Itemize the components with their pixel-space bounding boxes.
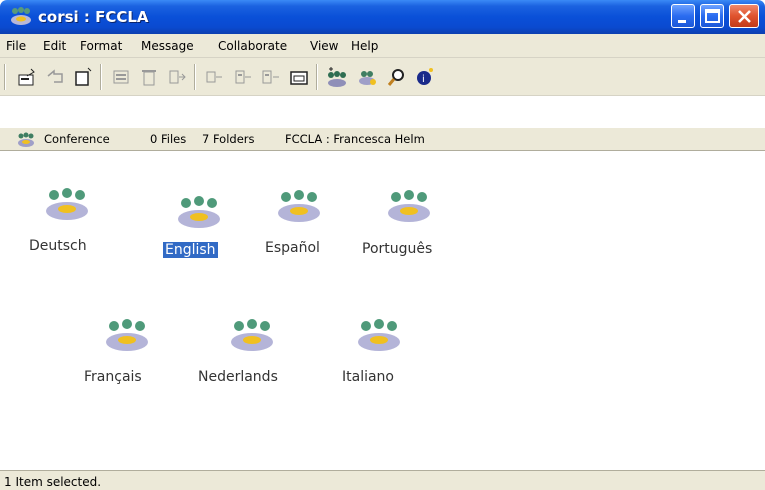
menu-format[interactable]: Format (80, 39, 122, 53)
delete-icon[interactable] (138, 66, 160, 88)
folder-label: Deutsch (29, 238, 87, 254)
toolbar-separator (194, 64, 196, 90)
new-document-icon[interactable] (72, 66, 94, 88)
conference-icon (11, 7, 31, 25)
menu-collaborate[interactable]: Collaborate (218, 39, 287, 53)
maximize-button[interactable] (700, 4, 724, 28)
menu-message[interactable]: Message (141, 39, 194, 53)
conference-folder-icon (278, 190, 320, 222)
open-folder-icon[interactable] (288, 66, 310, 88)
info-type: Conference (44, 132, 110, 146)
conference-folder-icon (388, 190, 430, 222)
search-icon[interactable] (386, 66, 408, 88)
minimize-button[interactable] (671, 4, 695, 28)
toolbar-separator (100, 64, 102, 90)
svg-text:i: i (422, 74, 425, 85)
reply-icon[interactable] (44, 66, 66, 88)
title-bar[interactable]: corsi : FCCLA (0, 0, 765, 34)
next-icon[interactable] (232, 66, 254, 88)
menu-view[interactable]: View (310, 39, 338, 53)
maximize-icon (705, 9, 720, 23)
close-button[interactable] (729, 4, 759, 28)
folder-label: Español (265, 240, 320, 256)
conference-folder-icon (358, 319, 400, 351)
previous-icon[interactable] (204, 66, 226, 88)
minimize-icon (678, 20, 686, 23)
info-files: 0 Files (150, 132, 187, 146)
new-message-icon[interactable] (16, 66, 38, 88)
print-icon[interactable] (110, 66, 132, 88)
folder-label: Italiano (342, 369, 394, 385)
menu-edit[interactable]: Edit (43, 39, 66, 53)
reply-all-icon[interactable] (260, 66, 282, 88)
info-path: FCCLA : Francesca Helm (285, 132, 425, 146)
folder-view[interactable]: Deutsch English Español Português França… (0, 152, 765, 470)
conference-folder-icon (46, 188, 88, 220)
menu-bar: File Edit Format Message Collaborate Vie… (0, 34, 765, 58)
info-bar: Conference 0 Files 7 Folders FCCLA : Fra… (0, 127, 765, 151)
conference-folder-icon (106, 319, 148, 351)
status-text: 1 Item selected. (4, 475, 102, 489)
close-icon (738, 10, 751, 23)
folder-label-selected: English (163, 242, 218, 258)
info-icon[interactable]: i (414, 66, 436, 88)
folder-label: Português (362, 241, 433, 257)
info-folders: 7 Folders (202, 132, 255, 146)
folder-label: Français (84, 369, 142, 385)
conference-icon (18, 132, 34, 147)
conference-folder-icon (178, 196, 220, 228)
window-title: corsi : FCCLA (38, 8, 149, 26)
users-icon[interactable] (356, 66, 378, 88)
conference-icon[interactable] (326, 66, 348, 88)
toolbar-separator (316, 64, 318, 90)
status-bar: 1 Item selected. (0, 470, 765, 490)
toolbar: i (0, 58, 765, 96)
menu-help[interactable]: Help (351, 39, 378, 53)
folder-label: Nederlands (198, 369, 278, 385)
move-icon[interactable] (166, 66, 188, 88)
conference-folder-icon (231, 319, 273, 351)
menu-file[interactable]: File (6, 39, 26, 53)
toolbar-grip (4, 64, 6, 90)
